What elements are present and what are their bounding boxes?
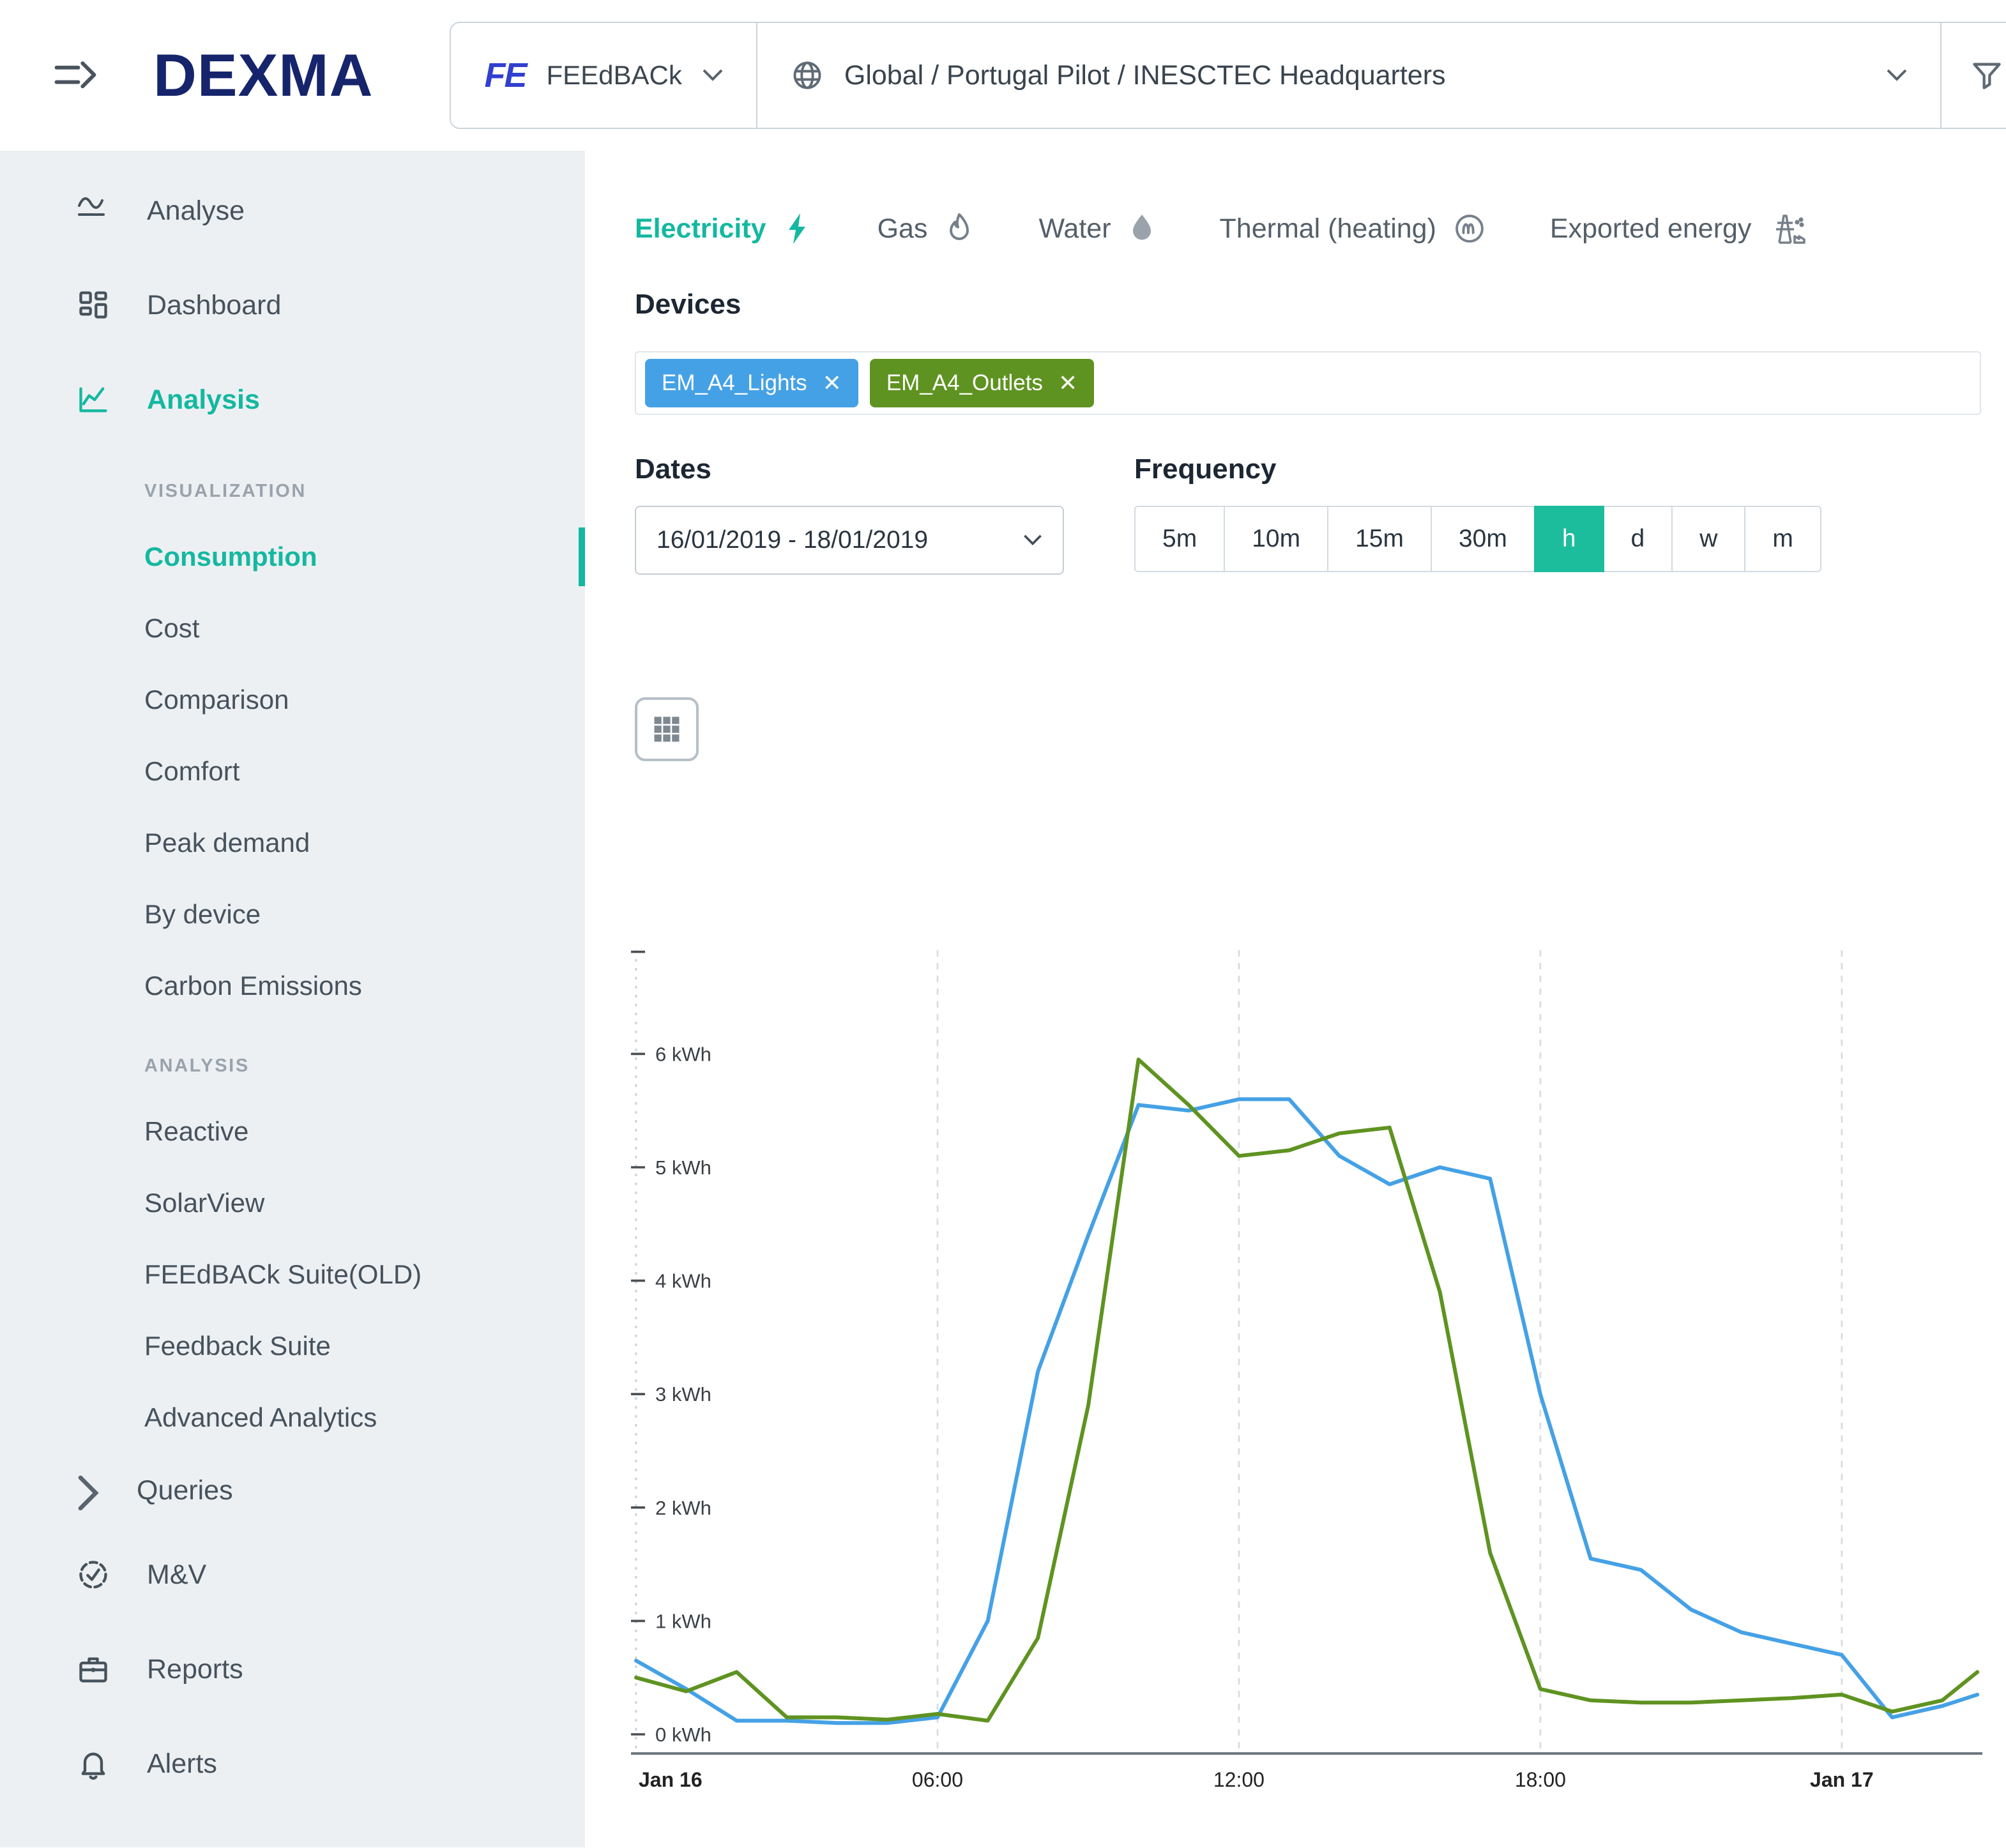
date-range-value: 16/01/2019 - 18/01/2019 bbox=[657, 526, 1010, 554]
svg-text:12:00: 12:00 bbox=[1213, 1768, 1265, 1791]
freq-week-button[interactable]: w bbox=[1671, 506, 1745, 572]
svg-text:5 kWh: 5 kWh bbox=[655, 1156, 711, 1179]
chevron-down-icon bbox=[1887, 69, 1907, 82]
feedback-app-logo-icon: FE bbox=[484, 56, 526, 95]
bell-icon bbox=[77, 1747, 110, 1780]
chevron-right-icon bbox=[77, 1474, 100, 1507]
filter-button[interactable] bbox=[1940, 23, 2006, 128]
frequency-label: Frequency bbox=[1134, 453, 1821, 485]
table-view-button[interactable] bbox=[635, 697, 699, 761]
topbar: DEXMA FE FEEdBACk Global / Portugal Pilo… bbox=[0, 0, 2005, 151]
grid-icon bbox=[650, 713, 683, 746]
circle-check-icon bbox=[77, 1558, 110, 1591]
svg-text:1 kWh: 1 kWh bbox=[655, 1610, 711, 1632]
device-chip-label: EM_A4_Lights bbox=[662, 370, 807, 396]
sidebar-item-alerts[interactable]: Alerts bbox=[0, 1716, 585, 1811]
svg-text:18:00: 18:00 bbox=[1515, 1768, 1566, 1791]
svg-text:4 kWh: 4 kWh bbox=[655, 1270, 711, 1292]
freq-15m-button[interactable]: 15m bbox=[1327, 506, 1432, 572]
device-chip[interactable]: EM_A4_Outlets ✕ bbox=[870, 359, 1094, 407]
sidebar-item-feedback-suite-old[interactable]: FEEdBACk Suite(OLD) bbox=[0, 1239, 585, 1310]
sidebar-item-queries[interactable]: Queries bbox=[0, 1453, 585, 1527]
svg-text:3 kWh: 3 kWh bbox=[655, 1383, 711, 1405]
sidebar-item-peak-demand[interactable]: Peak demand bbox=[0, 807, 585, 879]
dates-label: Dates bbox=[635, 453, 1134, 485]
chevron-down-icon bbox=[703, 69, 723, 82]
device-chip-input[interactable]: EM_A4_Lights ✕ EM_A4_Outlets ✕ bbox=[635, 351, 1981, 415]
consumption-chart: 0 kWh 1 kWh 2 kWh 3 kWh 4 kWh 5 kWh 6 kWh Jan 1… bbox=[631, 943, 2005, 1806]
flame-icon bbox=[944, 212, 975, 245]
chevron-down-icon bbox=[1023, 534, 1042, 546]
freq-10m-button[interactable]: 10m bbox=[1224, 506, 1328, 572]
device-chip-label: EM_A4_Outlets bbox=[886, 370, 1043, 396]
tab-thermal-heating[interactable]: Thermal (heating) bbox=[1220, 212, 1486, 245]
svg-text:6 kWh: 6 kWh bbox=[655, 1043, 711, 1065]
tab-electricity[interactable]: Electricity bbox=[635, 212, 814, 245]
sidebar-section-visualization: VISUALIZATION bbox=[0, 447, 585, 521]
sidebar-item-comfort[interactable]: Comfort bbox=[0, 736, 585, 807]
sidebar-item-feedback-suite[interactable]: Feedback Suite bbox=[0, 1310, 585, 1382]
context-selector: FE FEEdBACk Global / Portugal Pilot / IN… bbox=[450, 22, 2006, 129]
sidebar-item-mv[interactable]: M&V bbox=[0, 1527, 585, 1622]
svg-text:06:00: 06:00 bbox=[912, 1768, 963, 1791]
svg-text:Jan 16: Jan 16 bbox=[639, 1768, 703, 1791]
dexma-logo: DEXMA bbox=[153, 41, 373, 110]
remove-chip-icon[interactable]: ✕ bbox=[1058, 372, 1077, 395]
briefcase-icon bbox=[77, 1653, 110, 1686]
svg-text:Jan 17: Jan 17 bbox=[1810, 1768, 1874, 1791]
sidebar-item-cost[interactable]: Cost bbox=[0, 593, 585, 664]
sidebar-item-reactive[interactable]: Reactive bbox=[0, 1096, 585, 1167]
sidebar-item-dashboard[interactable]: Dashboard bbox=[0, 258, 585, 352]
dashboard-icon bbox=[77, 289, 110, 322]
sidebar-item-analysis[interactable]: Analysis bbox=[0, 352, 585, 447]
freq-30m-button[interactable]: 30m bbox=[1431, 506, 1535, 572]
date-range-select[interactable]: 16/01/2019 - 18/01/2019 bbox=[635, 506, 1064, 575]
sidebar-item-comparison[interactable]: Comparison bbox=[0, 664, 585, 736]
sidebar-item-solarview[interactable]: SolarView bbox=[0, 1167, 585, 1239]
site-selector[interactable]: Global / Portugal Pilot / INESCTEC Headq… bbox=[756, 23, 1940, 128]
svg-text:0 kWh: 0 kWh bbox=[655, 1723, 711, 1746]
sidebar-item-analyse[interactable]: Analyse bbox=[0, 163, 585, 258]
transmission-tower-icon bbox=[1768, 212, 1806, 245]
sidebar-item-carbon-emissions[interactable]: Carbon Emissions bbox=[0, 950, 585, 1022]
freq-day-button[interactable]: d bbox=[1603, 506, 1673, 572]
sidebar-item-reports[interactable]: Reports bbox=[0, 1622, 585, 1716]
lightning-icon bbox=[783, 212, 814, 245]
freq-5m-button[interactable]: 5m bbox=[1134, 506, 1225, 572]
water-drop-icon bbox=[1128, 212, 1156, 245]
globe-icon bbox=[791, 59, 824, 92]
freq-month-button[interactable]: m bbox=[1744, 506, 1821, 572]
main-content: Electricity Gas Water Thermal (heating) bbox=[585, 151, 2005, 1806]
sidebar-item-consumption[interactable]: Consumption bbox=[0, 521, 585, 593]
tab-gas[interactable]: Gas bbox=[878, 212, 975, 245]
sidebar: Analyse Dashboard Analysis VISUALIZATION… bbox=[0, 151, 585, 1847]
sidebar-section-analysis: ANALYSIS bbox=[0, 1022, 585, 1096]
line-chart-icon bbox=[77, 383, 110, 416]
tab-exported-energy[interactable]: Exported energy bbox=[1550, 212, 1807, 245]
freq-hour-button[interactable]: h bbox=[1534, 506, 1604, 572]
sidebar-item-advanced-analytics[interactable]: Advanced Analytics bbox=[0, 1382, 585, 1453]
energy-type-tabs: Electricity Gas Water Thermal (heating) bbox=[635, 212, 2005, 245]
heating-coil-icon bbox=[1453, 212, 1486, 245]
wave-icon bbox=[77, 194, 110, 227]
sidebar-item-by-device[interactable]: By device bbox=[0, 879, 585, 950]
breadcrumb: Global / Portugal Pilot / INESCTEC Headq… bbox=[844, 60, 1446, 91]
frequency-group: 5m 10m 15m 30m h d w m bbox=[1134, 506, 1821, 572]
devices-label: Devices bbox=[635, 289, 2005, 321]
sidebar-collapse-icon[interactable] bbox=[54, 57, 97, 93]
app-selector-label: FEEdBACk bbox=[546, 60, 681, 91]
device-chip[interactable]: EM_A4_Lights ✕ bbox=[645, 359, 858, 407]
filters-row: Dates 16/01/2019 - 18/01/2019 Frequency … bbox=[635, 453, 2005, 575]
app-selector[interactable]: FE FEEdBACk bbox=[451, 23, 756, 128]
remove-chip-icon[interactable]: ✕ bbox=[823, 372, 842, 395]
svg-text:2 kWh: 2 kWh bbox=[655, 1497, 711, 1519]
tab-water[interactable]: Water bbox=[1038, 212, 1155, 245]
